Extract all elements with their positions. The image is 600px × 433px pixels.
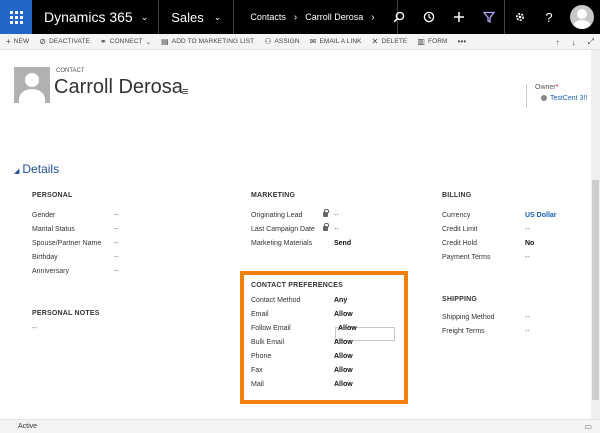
form-button[interactable]: ▥ FORM [417,37,447,46]
contact-avatar[interactable] [14,67,50,103]
shipping-section: SHIPPING Shipping Method -- Freight Terms… [442,296,582,339]
delete-button[interactable]: ✕ DELETE [372,37,408,46]
arrow-down-icon[interactable]: ↓ [572,38,576,47]
personal-notes-title: PERSONAL NOTES [32,310,100,317]
status-bar: Active ▭ [0,419,600,433]
required-marker: * [555,84,559,91]
deactivate-icon: ⊘ [39,37,47,46]
top-navigation-bar: Dynamics 365 ⌄ Sales ⌄ Contacts › Carrol… [0,0,600,34]
contact-preferences-title: CONTACT PREFERENCES [251,282,343,289]
settings-icon[interactable] [504,0,534,34]
personal-notes-section: PERSONAL NOTES -- [32,310,152,332]
add-to-marketing-list-button[interactable]: ▤ ADD TO MARKETING LIST [161,37,254,46]
breadcrumb: Contacts › Carroll Derosa › [234,0,398,34]
user-avatar[interactable] [570,5,594,29]
scrollbar-thumb[interactable] [592,180,599,400]
field-birthday[interactable]: Birthday -- [32,251,132,265]
app-menu[interactable]: Sales ⌄ [159,0,235,34]
field-marketing-materials[interactable]: Marketing Materials Send [251,237,381,251]
chevron-down-icon: ⌄ [145,38,152,46]
field-shipping-method[interactable]: Shipping Method -- [442,311,582,325]
assign-button[interactable]: ⚇ ASSIGN [264,37,299,46]
field-email[interactable]: Email Allow [251,308,401,322]
command-bar: + NEW ⊘ DEACTIVATE ⚭ CONNECT ⌄ ▤ ADD TO MARKE… [0,34,600,50]
app-launcher-button[interactable] [0,0,32,34]
breadcrumb-contacts[interactable]: Contacts [250,12,286,22]
expand-icon[interactable]: ⤢ [588,37,594,47]
personal-section: PERSONAL Gender -- Marital Status -- Spous… [32,192,132,279]
breadcrumb-record[interactable]: Carroll Derosa [305,12,363,22]
brand-label: Dynamics 365 [44,9,133,25]
field-contact-method[interactable]: Contact Method Any [251,294,401,308]
lock-icon [323,223,329,231]
help-icon[interactable]: ? [534,0,564,34]
email-a-link-button[interactable]: ✉ EMAIL A LINK [310,37,362,46]
collapse-caret-icon: ◢ [14,168,20,175]
chevron-right-icon: › [293,11,298,23]
marketing-section: MARKETING Originating Lead -- Last Campai… [251,192,381,251]
more-commands-button[interactable]: ••• [458,37,467,46]
arrow-up-icon[interactable]: ↑ [556,38,560,47]
waffle-icon [9,10,23,24]
field-freight-terms[interactable]: Freight Terms -- [442,325,582,339]
connect-icon: ⚭ [99,37,107,46]
connect-button[interactable]: ⚭ CONNECT ⌄ [100,37,151,46]
field-follow-email[interactable]: Follow Email Allow [251,322,401,336]
billing-title: BILLING [442,192,472,199]
form-selector-icon[interactable]: ≡ [182,86,188,98]
field-credit-limit[interactable]: Credit Limit -- [442,223,582,237]
field-last-campaign-date[interactable]: Last Campaign Date -- [251,223,381,237]
add-icon[interactable] [444,0,474,34]
field-gender[interactable]: Gender -- [32,209,132,223]
new-button[interactable]: + NEW [6,37,29,46]
field-currency[interactable]: Currency US Dollar [442,209,582,223]
record-status: Active [18,423,38,430]
field-bulk-email[interactable]: Bulk Email Allow [251,336,401,350]
brand-menu[interactable]: Dynamics 365 ⌄ [32,0,160,34]
chevron-right-icon[interactable]: › [371,12,374,23]
field-phone[interactable]: Phone Allow [251,350,401,364]
marketing-title: MARKETING [251,192,296,199]
search-icon[interactable] [384,0,414,34]
personal-notes-value[interactable]: -- [32,325,152,332]
field-spouse-partner-name[interactable]: Spouse/Partner Name -- [32,237,132,251]
record-name: Carroll Derosa [54,76,183,98]
filter-icon[interactable] [474,0,504,34]
plus-icon: + [6,37,11,46]
owner-label: Owner [535,84,556,91]
field-originating-lead[interactable]: Originating Lead -- [251,209,381,223]
chevron-down-icon: ⌄ [213,11,222,22]
field-credit-hold[interactable]: Credit Hold No [442,237,582,251]
contact-preferences-section: CONTACT PREFERENCES Contact Method Any Em… [251,282,401,392]
shipping-title: SHIPPING [442,296,478,303]
billing-section: BILLING Currency US Dollar Credit Limit --… [442,192,582,265]
chevron-down-icon: ⌄ [140,11,149,22]
field-marital-status[interactable]: Marital Status -- [32,223,132,237]
user-icon [541,95,547,102]
assign-icon: ⚇ [264,37,272,46]
vertical-scrollbar[interactable] [591,50,600,419]
app-label: Sales [171,9,204,25]
details-section-header[interactable]: ◢ Details [14,162,59,176]
email-icon: ✉ [309,37,317,46]
history-icon[interactable] [414,0,444,34]
field-anniversary[interactable]: Anniversary -- [32,265,132,279]
form-icon: ▥ [417,37,425,46]
owner-value[interactable]: TestCent 3!! [550,95,587,102]
record-type: CONTACT [56,68,85,74]
save-icon[interactable]: ▭ [584,422,592,431]
owner-field: Owner* TestCent 3!! [526,84,587,108]
field-fax[interactable]: Fax Allow [251,364,401,378]
personal-title: PERSONAL [32,192,73,199]
delete-icon: ✕ [371,37,379,46]
field-payment-terms[interactable]: Payment Terms -- [442,251,582,265]
deactivate-button[interactable]: ⊘ DEACTIVATE [39,37,90,46]
lock-icon [323,209,329,217]
field-mail[interactable]: Mail Allow [251,378,401,392]
list-icon: ▤ [161,37,169,46]
